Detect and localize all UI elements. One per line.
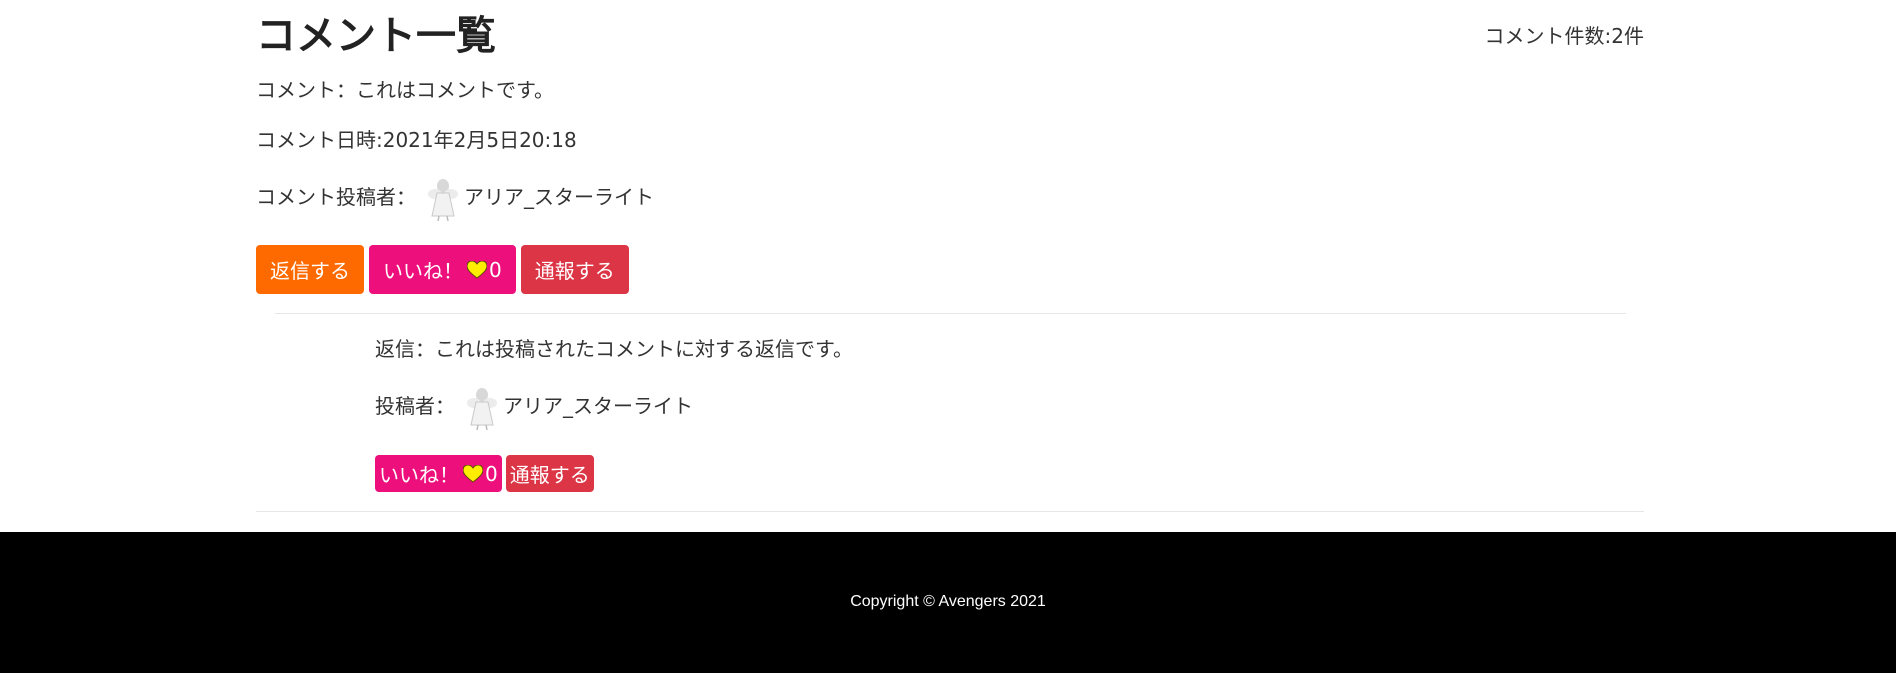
reply-author: 投稿者： アリア_スターライト xyxy=(375,383,693,431)
footer: Copyright © Avengers 2021 xyxy=(0,532,1896,673)
main-content: コメント一覧 コメント件数:2件 コメント：これはコメントです。 コメント日時:… xyxy=(0,0,1896,532)
heart-icon xyxy=(463,464,483,483)
comment-date: コメント日時:2021年2月5日20:18 xyxy=(256,128,577,152)
reply-author-label: 投稿者： xyxy=(375,394,455,418)
copyright-text: Copyright © Avengers 2021 xyxy=(850,593,1046,610)
comment-author: コメント投稿者： アリア_スターライト xyxy=(256,174,654,222)
section-divider xyxy=(256,511,1644,512)
comment-container: コメント一覧 コメント件数:2件 コメント：これはコメントです。 コメント日時:… xyxy=(256,0,1644,532)
reply-text: 返信：これは投稿されたコメントに対する返信です。 xyxy=(375,337,853,361)
reply-report-button[interactable]: 通報する xyxy=(505,455,594,492)
like-button[interactable]: いいね！ 0 xyxy=(369,245,516,294)
header-row: コメント一覧 コメント件数:2件 xyxy=(256,10,1644,62)
reply-divider xyxy=(275,313,1626,314)
like-count: 0 xyxy=(489,257,502,282)
like-count: 0 xyxy=(485,461,498,486)
reply-button[interactable]: 返信する xyxy=(256,245,364,294)
comment-author-name[interactable]: アリア_スターライト xyxy=(464,185,654,209)
page-title: コメント一覧 xyxy=(256,13,496,59)
comment-text: コメント：これはコメントです。 xyxy=(256,78,554,102)
avatar[interactable] xyxy=(463,385,501,431)
heart-icon xyxy=(467,260,487,279)
like-label: いいね！ xyxy=(379,463,459,487)
like-label: いいね！ xyxy=(383,259,463,283)
reply-like-button[interactable]: いいね！ 0 xyxy=(375,455,502,492)
reply-author-name[interactable]: アリア_スターライト xyxy=(503,394,693,418)
comment-actions: 返信する いいね！ 0 通報する xyxy=(256,245,629,294)
report-button[interactable]: 通報する xyxy=(520,245,629,294)
reply-actions: いいね！ 0 通報する xyxy=(375,455,594,492)
comment-author-label: コメント投稿者： xyxy=(256,185,416,209)
comment-count: コメント件数:2件 xyxy=(1484,24,1644,48)
avatar[interactable] xyxy=(424,176,462,222)
